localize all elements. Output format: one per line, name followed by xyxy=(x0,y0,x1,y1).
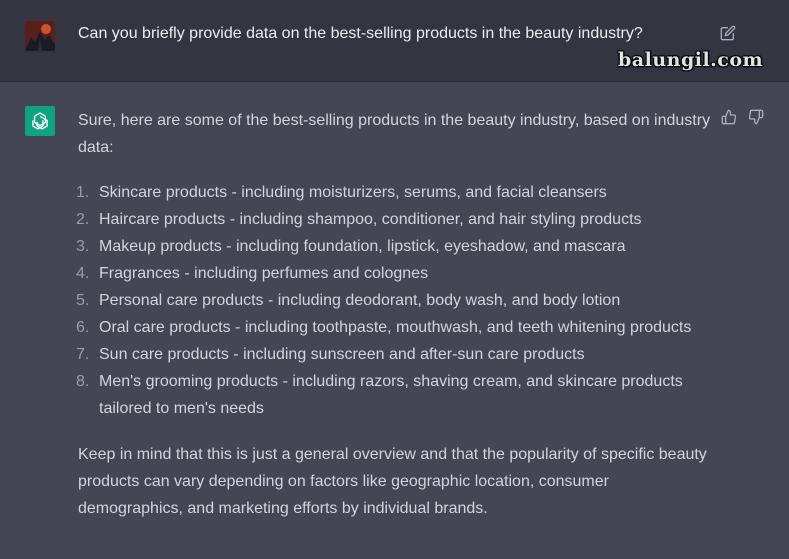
watermark: balungil.com xyxy=(618,49,764,71)
list-item: 8. Men's grooming products - including ra… xyxy=(76,368,718,422)
list-item-number: 1. xyxy=(76,184,90,201)
list-item-number: 7. xyxy=(76,346,90,363)
user-avatar-image xyxy=(25,21,55,51)
openai-logo-icon xyxy=(32,112,48,130)
list-item-text: Makeup products - including foundation, … xyxy=(99,238,626,255)
list-item: 1. Skincare products - including moisturi… xyxy=(76,179,718,206)
edit-icon[interactable] xyxy=(720,25,736,41)
list-item-number: 8. xyxy=(76,373,90,390)
list-item-text: Skincare products - including moisturize… xyxy=(99,184,607,201)
list-item-text: Men's grooming products - including razo… xyxy=(99,373,683,417)
product-list: 1. Skincare products - including moisturi… xyxy=(76,179,718,422)
list-item-number: 3. xyxy=(76,238,90,255)
list-item-text: Haircare products - including shampoo, c… xyxy=(99,211,642,228)
list-item: 2. Haircare products - including shampoo,… xyxy=(76,206,718,233)
assistant-intro-text: Sure, here are some of the best-selling … xyxy=(78,112,711,156)
user-message-text: Can you briefly provide data on the best… xyxy=(78,25,643,42)
assistant-message-content: Sure, here are some of the best-selling … xyxy=(76,107,718,522)
assistant-outro-text: Keep in mind that this is just a general… xyxy=(78,446,707,517)
list-item-number: 2. xyxy=(76,211,90,228)
thumbs-up-icon[interactable] xyxy=(721,109,737,125)
list-item-number: 6. xyxy=(76,319,90,336)
list-item-number: 4. xyxy=(76,265,90,282)
assistant-avatar xyxy=(25,106,55,136)
thumbs-down-icon[interactable] xyxy=(748,109,764,125)
user-avatar xyxy=(25,21,55,51)
list-item: 6. Oral care products - including toothpa… xyxy=(76,314,718,341)
list-item-number: 5. xyxy=(76,292,90,309)
assistant-message-row: Sure, here are some of the best-selling … xyxy=(0,82,789,559)
list-item: 3. Makeup products - including foundation… xyxy=(76,233,718,260)
list-item-text: Fragrances - including perfumes and colo… xyxy=(99,265,429,282)
list-item-text: Personal care products - including deodo… xyxy=(99,292,621,309)
list-item-text: Sun care products - including sunscreen … xyxy=(99,346,585,363)
list-item: 5. Personal care products - including deo… xyxy=(76,287,718,314)
list-item-text: Oral care products - including toothpast… xyxy=(99,319,692,336)
list-item: 7. Sun care products - including sunscree… xyxy=(76,341,718,368)
list-item: 4. Fragrances - including perfumes and co… xyxy=(76,260,718,287)
